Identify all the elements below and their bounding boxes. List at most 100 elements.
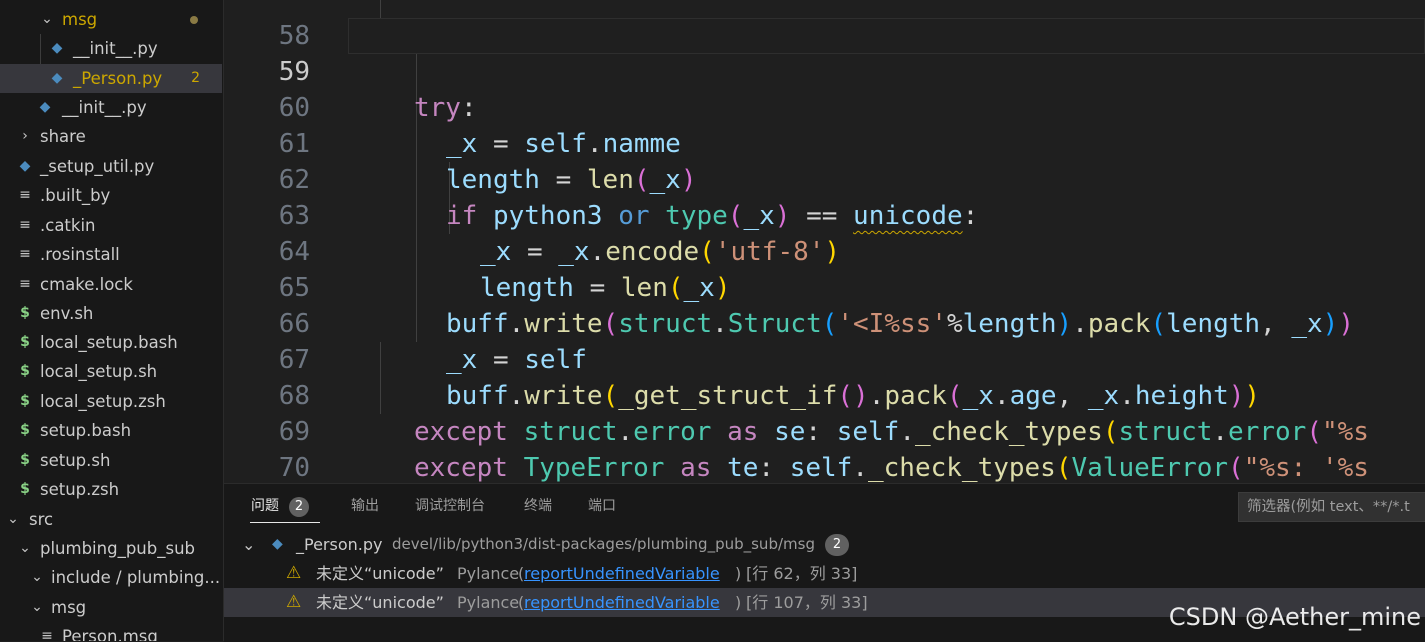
chevron-down-icon: ⌄	[31, 599, 43, 615]
problem-location: [行 62，列 33]	[746, 564, 858, 583]
file-label: Person.msg	[62, 627, 158, 641]
text-file-icon: ≡	[19, 276, 31, 292]
code-line: 61 length = len(_x)	[224, 90, 1425, 195]
tree-file-local-setup-sh[interactable]: $ local_setup.sh	[0, 357, 222, 386]
tree-file-init-py[interactable]: ◆ __init__.py	[0, 34, 222, 63]
code-line: 63 _x = _x.encode('utf-8')	[224, 162, 1425, 267]
tree-file-init-py[interactable]: ◆ __init__.py	[0, 93, 222, 122]
problem-file-row[interactable]: ⌄ ◆ _Person.py devel/lib/python3/dist-pa…	[224, 530, 1425, 559]
file-label: .built_by	[40, 186, 111, 205]
code-line: 65 buff.write(struct.Struct('<I%ss'%leng…	[224, 234, 1425, 339]
modified-dot-icon	[190, 16, 198, 24]
code-line: 59 try:	[224, 18, 1425, 123]
problem-source: Pylance	[457, 564, 520, 583]
problems-filter-input[interactable]: 筛选器(例如 text、**/*.t	[1238, 492, 1425, 522]
tree-file-cmake-lock[interactable]: ≡ cmake.lock	[0, 270, 222, 299]
folder-label: plumbing_pub_sub	[40, 539, 196, 558]
code-line: 60 _x = self.namme	[224, 54, 1425, 159]
folder-label: include / plumbing...	[51, 568, 221, 587]
tree-file-local-setup-bash[interactable]: $ local_setup.bash	[0, 328, 222, 357]
explorer-sidebar: ⌄ msg ◆ __init__.py ◆ _Person.py 2 ◆ __i…	[0, 0, 224, 641]
shell-file-icon: $	[20, 334, 30, 350]
file-label: env.sh	[40, 304, 94, 323]
python-file-icon: ◆	[51, 40, 63, 56]
tree-file-setup-util-py[interactable]: ◆ _setup_util.py	[0, 152, 222, 181]
file-label: local_setup.sh	[40, 362, 158, 381]
folder-label: msg	[62, 10, 98, 29]
tree-file-env-sh[interactable]: $ env.sh	[0, 299, 222, 328]
rule-link[interactable]: reportUndefinedVariable	[524, 559, 720, 588]
text-file-icon: ≡	[19, 187, 31, 203]
python-file-icon: ◆	[272, 536, 283, 552]
chevron-down-icon: ⌄	[31, 569, 43, 585]
code-editor[interactable]: 58 59 try: 60 _x = self.namme 61 length …	[224, 0, 1425, 483]
paren-close: )	[735, 593, 742, 612]
shell-file-icon: $	[20, 422, 30, 438]
problem-location: [行 107，列 33]	[746, 593, 868, 612]
tab-terminal[interactable]: 终端	[524, 496, 552, 516]
code-line: 70	[224, 414, 1425, 483]
shell-file-icon: $	[20, 363, 30, 379]
file-label: .catkin	[40, 216, 96, 235]
tab-debug-console[interactable]: 调试控制台	[415, 496, 485, 516]
code-line: 69 except TypeError as te: self._check_t…	[224, 378, 1425, 483]
tree-file-rosinstall[interactable]: ≡ .rosinstall	[0, 240, 222, 269]
tree-file-setup-sh[interactable]: $ setup.sh	[0, 446, 222, 475]
file-label: __init__.py	[73, 39, 158, 58]
problem-count-badge: 2	[825, 534, 849, 556]
tree-file-person-msg[interactable]: ≡ Person.msg	[0, 622, 222, 641]
file-label: cmake.lock	[40, 275, 133, 294]
tree-folder-plumbing-pub-sub[interactable]: ⌄ plumbing_pub_sub	[0, 534, 222, 563]
problem-message: 未定义“unicode”	[316, 564, 444, 583]
file-label: local_setup.bash	[40, 333, 178, 352]
file-label: local_setup.zsh	[40, 392, 166, 411]
tree-folder-msg[interactable]: ⌄ msg	[0, 5, 222, 34]
tree-file-setup-zsh[interactable]: $ setup.zsh	[0, 475, 222, 504]
file-label: _setup_util.py	[40, 157, 155, 176]
tab-problems[interactable]: 问题 2	[251, 496, 309, 517]
tree-folder-msg[interactable]: ⌄ msg	[0, 593, 222, 622]
watermark: CSDN @Aether_mine	[1168, 603, 1421, 631]
code-line: 62 if python3 or type(_x) == unicode:	[224, 126, 1425, 231]
problems-count-badge: 2	[289, 497, 309, 517]
text-file-icon: ≡	[19, 246, 31, 262]
tab-ports[interactable]: 端口	[588, 496, 616, 516]
tree-folder-share[interactable]: › share	[0, 122, 222, 151]
problem-row[interactable]: ⚠ 未定义“unicode” Pylance ( reportUndefined…	[224, 559, 1425, 588]
tab-label: 问题	[251, 498, 279, 514]
file-label: setup.sh	[40, 451, 111, 470]
paren-close: )	[735, 564, 742, 583]
python-file-icon: ◆	[51, 70, 63, 86]
tree-file-setup-bash[interactable]: $ setup.bash	[0, 416, 222, 445]
python-file-icon: ◆	[19, 158, 31, 174]
tree-folder-src[interactable]: ⌄ src	[0, 505, 222, 534]
shell-file-icon: $	[20, 393, 30, 409]
folder-label: msg	[51, 598, 87, 617]
code-line: 64 length = len(_x)	[224, 198, 1425, 303]
tree-file-built-by[interactable]: ≡ .built_by	[0, 181, 222, 210]
code-line: 68 except struct.error as se: self._chec…	[224, 342, 1425, 447]
code-line: 58	[224, 0, 1425, 51]
shell-file-icon: $	[20, 481, 30, 497]
tab-output[interactable]: 输出	[351, 496, 379, 516]
folder-label: src	[29, 510, 54, 529]
chevron-right-icon: ›	[22, 128, 28, 144]
file-label: setup.bash	[40, 421, 132, 440]
folder-label: share	[40, 127, 86, 146]
file-label: setup.zsh	[40, 480, 120, 499]
file-label: __init__.py	[62, 98, 147, 117]
tree-file-local-setup-zsh[interactable]: $ local_setup.zsh	[0, 387, 222, 416]
problem-source: Pylance	[457, 593, 520, 612]
chevron-down-icon: ⌄	[41, 11, 53, 27]
file-label: .rosinstall	[40, 245, 120, 264]
tree-file-catkin[interactable]: ≡ .catkin	[0, 211, 222, 240]
file-label: _Person.py	[73, 69, 163, 88]
problem-file-path: devel/lib/python3/dist-packages/plumbing…	[392, 535, 815, 553]
chevron-down-icon: ⌄	[19, 540, 31, 556]
warning-icon: ⚠	[286, 592, 302, 612]
rule-link[interactable]: reportUndefinedVariable	[524, 588, 720, 617]
text-file-icon: ≡	[19, 217, 31, 233]
chevron-down-icon: ⌄	[7, 511, 19, 527]
tree-folder-include[interactable]: ⌄ include / plumbing...	[0, 563, 222, 592]
tree-file-person-py[interactable]: ◆ _Person.py 2	[0, 64, 222, 93]
